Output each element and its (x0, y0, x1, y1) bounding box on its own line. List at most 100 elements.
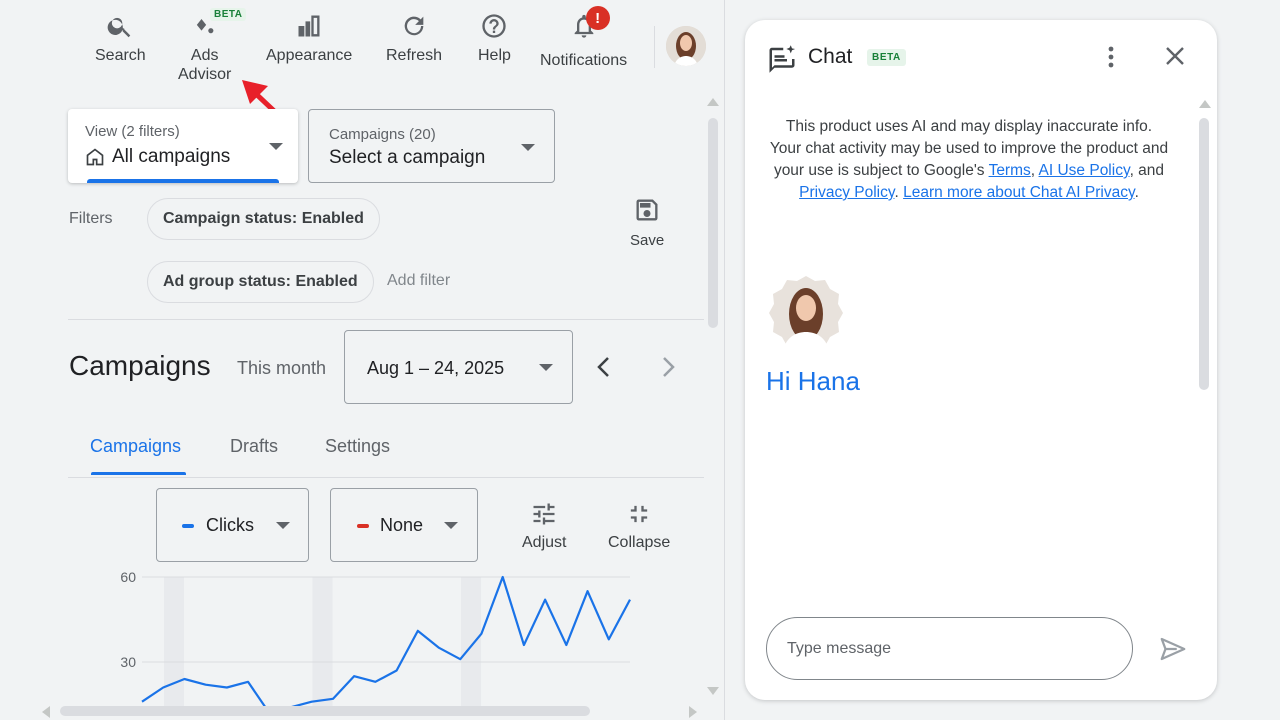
toolbar-divider (654, 26, 655, 68)
primary-metric-selector[interactable]: Clicks (156, 488, 309, 562)
y-tick-label: 60 (120, 569, 136, 585)
disclaimer-separator: , (1030, 162, 1039, 179)
close-icon[interactable] (1163, 44, 1187, 68)
privacy-policy-link[interactable]: Privacy Policy (799, 184, 894, 201)
refresh-button[interactable]: Refresh (386, 12, 442, 65)
message-input[interactable] (766, 617, 1133, 680)
account-avatar[interactable] (666, 26, 706, 66)
disclaimer-separator: . (894, 184, 904, 201)
scroll-up-icon[interactable] (1199, 100, 1211, 108)
ai-use-policy-link[interactable]: AI Use Policy (1039, 162, 1130, 179)
section-divider (68, 319, 704, 320)
chat-panel: Chat BETA This product uses AI and may d… (745, 20, 1217, 700)
more-options-icon[interactable] (1101, 44, 1121, 70)
view-selector[interactable]: View (2 filters) All campaigns (68, 109, 298, 183)
search-icon (107, 17, 131, 38)
adjust-label: Adjust (522, 534, 567, 551)
greeting-text: Hi Hana (766, 366, 860, 396)
notifications-button[interactable]: ! Notifications (540, 6, 628, 70)
page-title: Campaigns (69, 350, 211, 381)
weekend-band (461, 577, 482, 706)
chat-title: Chat (808, 45, 853, 68)
terms-link[interactable]: Terms (989, 162, 1031, 179)
save-icon (636, 199, 658, 221)
ads-advisor-button[interactable]: Ads Advisor (178, 12, 231, 84)
help-icon (482, 14, 507, 38)
search-button[interactable]: Search (95, 12, 146, 65)
home-icon (86, 148, 104, 166)
filter-chip-campaign-status[interactable]: Campaign status: Enabled (147, 198, 380, 240)
tune-icon (533, 503, 555, 525)
clicks-line-chart: 60 30 (120, 569, 631, 706)
profile-photo-icon (666, 26, 706, 66)
view-selector-caption: View (2 filters) (85, 123, 180, 140)
campaign-selector[interactable]: Campaigns (20) Select a campaign (308, 109, 555, 183)
tab-settings[interactable]: Settings (325, 436, 390, 457)
appearance-button[interactable]: Appearance (266, 12, 352, 65)
collapse-button[interactable]: Collapse (608, 500, 670, 552)
notifications-label: Notifications (540, 52, 628, 69)
chat-scrollbar[interactable] (1199, 118, 1209, 390)
user-avatar (769, 276, 843, 350)
view-selector-indicator (87, 179, 279, 183)
tabs-divider (68, 477, 704, 478)
collapse-label: Collapse (608, 534, 671, 551)
filter-chip-ad-group-status[interactable]: Ad group status: Enabled (147, 261, 374, 303)
chevron-down-icon (269, 143, 283, 150)
primary-metric-color-swatch (182, 524, 194, 528)
chat-beta-badge: BETA (867, 49, 906, 66)
secondary-metric-color-swatch (357, 524, 369, 528)
active-tab-indicator (91, 472, 186, 475)
view-selector-value: All campaigns (112, 146, 231, 167)
ads-advisor-label-line2: Advisor (178, 66, 232, 83)
weekend-band (312, 577, 333, 706)
date-range-picker[interactable]: Aug 1 – 24, 2025 (344, 330, 573, 404)
vertical-scrollbar[interactable] (708, 118, 718, 328)
filters-label: Filters (69, 210, 113, 227)
tab-drafts[interactable]: Drafts (230, 436, 278, 457)
scroll-down-icon[interactable] (707, 687, 719, 695)
campaign-selector-caption: Campaigns (20) (329, 126, 436, 143)
secondary-metric-label: None (380, 515, 424, 535)
refresh-label: Refresh (386, 47, 443, 64)
search-label: Search (95, 47, 146, 64)
scroll-up-icon[interactable] (707, 98, 719, 106)
learn-more-privacy-link[interactable]: Learn more about Chat AI Privacy (903, 184, 1134, 201)
save-label: Save (630, 232, 665, 249)
chevron-down-icon (276, 522, 290, 529)
chevron-down-icon (539, 364, 553, 371)
refresh-icon (404, 16, 424, 36)
adjust-button[interactable]: Adjust (522, 500, 566, 552)
tab-campaigns[interactable]: Campaigns (90, 436, 181, 457)
chat-spark-icon (769, 45, 796, 73)
date-period-label: This month (237, 358, 327, 378)
disclaimer-separator: , and (1129, 162, 1165, 179)
chevron-down-icon (521, 144, 535, 151)
help-label: Help (478, 47, 511, 64)
secondary-metric-selector[interactable]: None (330, 488, 478, 562)
horizontal-scrollbar[interactable] (60, 706, 590, 716)
add-filter-button[interactable]: Add filter (387, 272, 450, 290)
pane-divider (724, 0, 725, 720)
appearance-icon (298, 15, 320, 37)
ai-disclaimer: This product uses AI and may display ina… (769, 116, 1169, 204)
chevron-down-icon (444, 522, 458, 529)
next-period-button[interactable] (656, 354, 680, 380)
sparkle-icon (196, 19, 214, 34)
scroll-left-icon[interactable] (42, 706, 50, 718)
save-button[interactable]: Save (630, 196, 664, 249)
appearance-label: Appearance (266, 47, 353, 64)
primary-metric-label: Clicks (206, 515, 254, 535)
clicks-series-line (141, 575, 631, 706)
send-icon[interactable] (1158, 634, 1188, 664)
campaigns-pane: Search BETA Ads Advisor Appearance Refre… (0, 0, 724, 720)
ads-advisor-label-line1: Ads (190, 47, 219, 64)
scroll-right-icon[interactable] (689, 706, 697, 718)
y-tick-label: 30 (120, 654, 136, 670)
previous-period-button[interactable] (592, 354, 616, 380)
disclaimer-separator: . (1134, 184, 1139, 201)
date-range-value: Aug 1 – 24, 2025 (367, 358, 505, 378)
chevron-left-icon (597, 357, 609, 377)
help-button[interactable]: Help (478, 12, 511, 65)
campaign-selector-value: Select a campaign (329, 147, 486, 168)
